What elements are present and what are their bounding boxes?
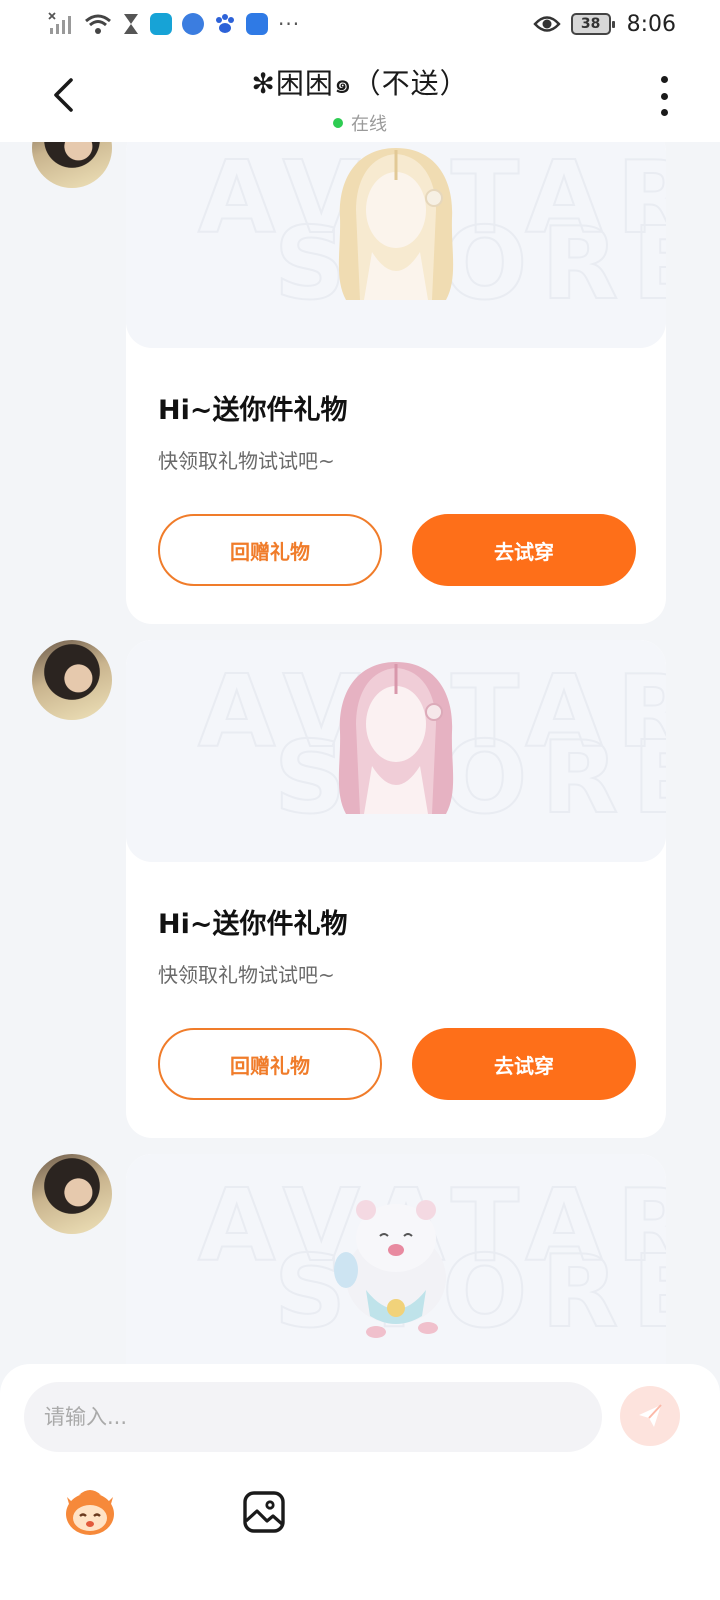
more-dot (660, 109, 668, 116)
hourglass-icon (124, 14, 138, 34)
chat-messages[interactable]: AVATAR STORE Hi~送你件礼物 快领取礼物试试吧~ 回赠礼物 去试穿 (0, 142, 720, 1394)
more-dot (660, 92, 668, 100)
paw-app-icon (216, 14, 234, 33)
browser-app-icon (182, 13, 204, 35)
send-icon (639, 1404, 662, 1427)
signal-icon (48, 12, 71, 34)
chat-title-block: ✻困困๑（不送） 在线 (0, 62, 720, 136)
mascot-button[interactable] (60, 1482, 120, 1542)
more-options-button[interactable] (654, 76, 674, 116)
status-bar: ··· 38 8:06 (0, 0, 720, 48)
gift-subtitle: 快领取礼物试试吧~ (158, 449, 335, 473)
try-on-button[interactable]: 去试穿 (412, 1028, 636, 1100)
gift-actions: 回赠礼物 去试穿 (158, 1028, 666, 1100)
status-icons-right: 38 8:06 (532, 11, 676, 37)
eye-icon (532, 16, 561, 32)
message-input-bar (0, 1364, 720, 1600)
battery-indicator: 38 (570, 13, 615, 35)
message-input[interactable] (24, 1382, 602, 1452)
gift-title: Hi~送你件礼物 (158, 395, 348, 426)
avatar[interactable] (32, 1154, 112, 1234)
online-status-text: 在线 (351, 114, 387, 135)
hamster-image (334, 1200, 446, 1338)
return-gift-button[interactable]: 回赠礼物 (158, 1028, 382, 1100)
mascot-icon (66, 1490, 114, 1535)
return-gift-button[interactable]: 回赠礼物 (158, 514, 382, 586)
image-picker-button[interactable] (234, 1482, 294, 1542)
image-icon (243, 1491, 285, 1533)
gift-image-area[interactable]: AVATAR STORE (126, 1154, 666, 1394)
pink-hair-image (338, 662, 454, 814)
gift-title: Hi~送你件礼物 (158, 909, 348, 940)
try-on-button[interactable]: 去试穿 (412, 514, 636, 586)
gift-card: AVATAR STORE Hi~送你件礼物 快领取礼物试试吧~ 回赠礼物 去试穿 (126, 142, 666, 624)
gift-subtitle: 快领取礼物试试吧~ (158, 963, 335, 987)
send-button[interactable] (620, 1386, 680, 1446)
cloud-app-icon (246, 13, 268, 35)
status-icons-left: ··· (48, 12, 300, 36)
avatar[interactable] (32, 142, 112, 188)
gift-image-area[interactable]: AVATAR STORE (126, 640, 666, 862)
wifi-icon (85, 14, 111, 34)
online-status: 在线 (0, 110, 720, 136)
status-more: ··· (278, 12, 301, 36)
book-app-icon (150, 13, 172, 35)
gift-card: AVATAR STORE (126, 1154, 666, 1394)
blonde-hair-image (338, 148, 454, 300)
clock: 8:06 (626, 11, 676, 37)
chat-title: ✻困困๑（不送） (251, 67, 469, 100)
more-vertical-icon (660, 76, 668, 83)
gift-actions: 回赠礼物 去试穿 (158, 514, 666, 586)
gift-card: AVATAR STORE Hi~送你件礼物 快领取礼物试试吧~ 回赠礼物 去试穿 (126, 640, 666, 1138)
gift-image-area[interactable]: AVATAR STORE (126, 142, 666, 348)
online-dot-icon (333, 118, 343, 128)
avatar[interactable] (32, 640, 112, 720)
chat-header: ✻困困๑（不送） 在线 (0, 48, 720, 142)
